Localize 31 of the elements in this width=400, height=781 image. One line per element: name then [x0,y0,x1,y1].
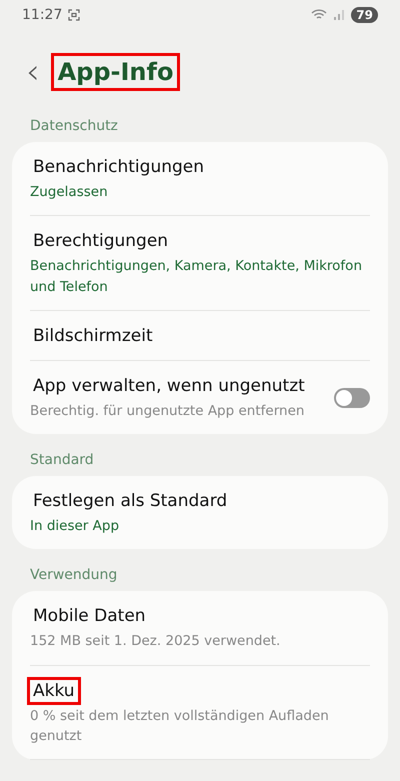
settings-row[interactable]: Mobile Daten 152 MB seit 1. Dez. 2025 verwendet. [30,591,370,664]
row-subtitle: Zugelassen [30,183,109,202]
wifi-icon [311,9,328,21]
settings-row[interactable]: Berechtigungen Benachrichtigungen, Kamera, Kontakte, Mikrofon und Telefon [30,216,370,310]
row-title: Berechtigungen [32,230,170,252]
status-time: 11:27 [22,7,62,23]
toggle-switch[interactable] [334,388,370,408]
section-heading: Verwendung [29,566,118,586]
row-subtitle: In dieser App [30,517,120,536]
row-title: Akku [30,680,78,702]
row-subtitle: 152 MB seit 1. Dez. 2025 verwendet. [30,632,282,652]
row-title: App verwalten, wenn ungenutzt [32,374,306,397]
settings-row[interactable]: Akku 0 % seit dem letzten vollständigen Aufladen genutzt [30,666,370,759]
section-heading: Standard [29,451,95,470]
screenshot-icon [68,9,80,21]
row-title: Benachrichtigungen [32,156,206,178]
row-subtitle: Benachrichtigungen, Kamera, Kontakte, Mikrofon und Telefon [30,257,364,296]
row-title: Festlegen als Standard [32,490,228,512]
settings-row[interactable]: Benachrichtigungen Zugelassen [30,142,370,216]
signal-icon [333,9,346,21]
row-title: Bildschirmzeit [32,324,154,347]
section-heading: Datenschutz [29,117,119,136]
row-subtitle: Berechtig. für ungenutzte App entfernen [30,402,306,421]
page-title: App-Info [54,56,178,88]
row-subtitle: 0 % seit dem letzten vollständigen Aufladen genutzt [30,706,330,746]
battery-level: 79 [351,7,378,23]
back-button[interactable]: ‹ [26,55,40,89]
settings-row[interactable]: App verwalten, wenn ungenutzt Berechtig. für ungenutzte App entfernen [30,360,370,434]
settings-row[interactable]: Festlegen als Standard In dieser App [30,476,370,550]
row-title: Mobile Daten [32,605,147,628]
settings-row[interactable]: Bildschirmzeit [30,310,370,360]
